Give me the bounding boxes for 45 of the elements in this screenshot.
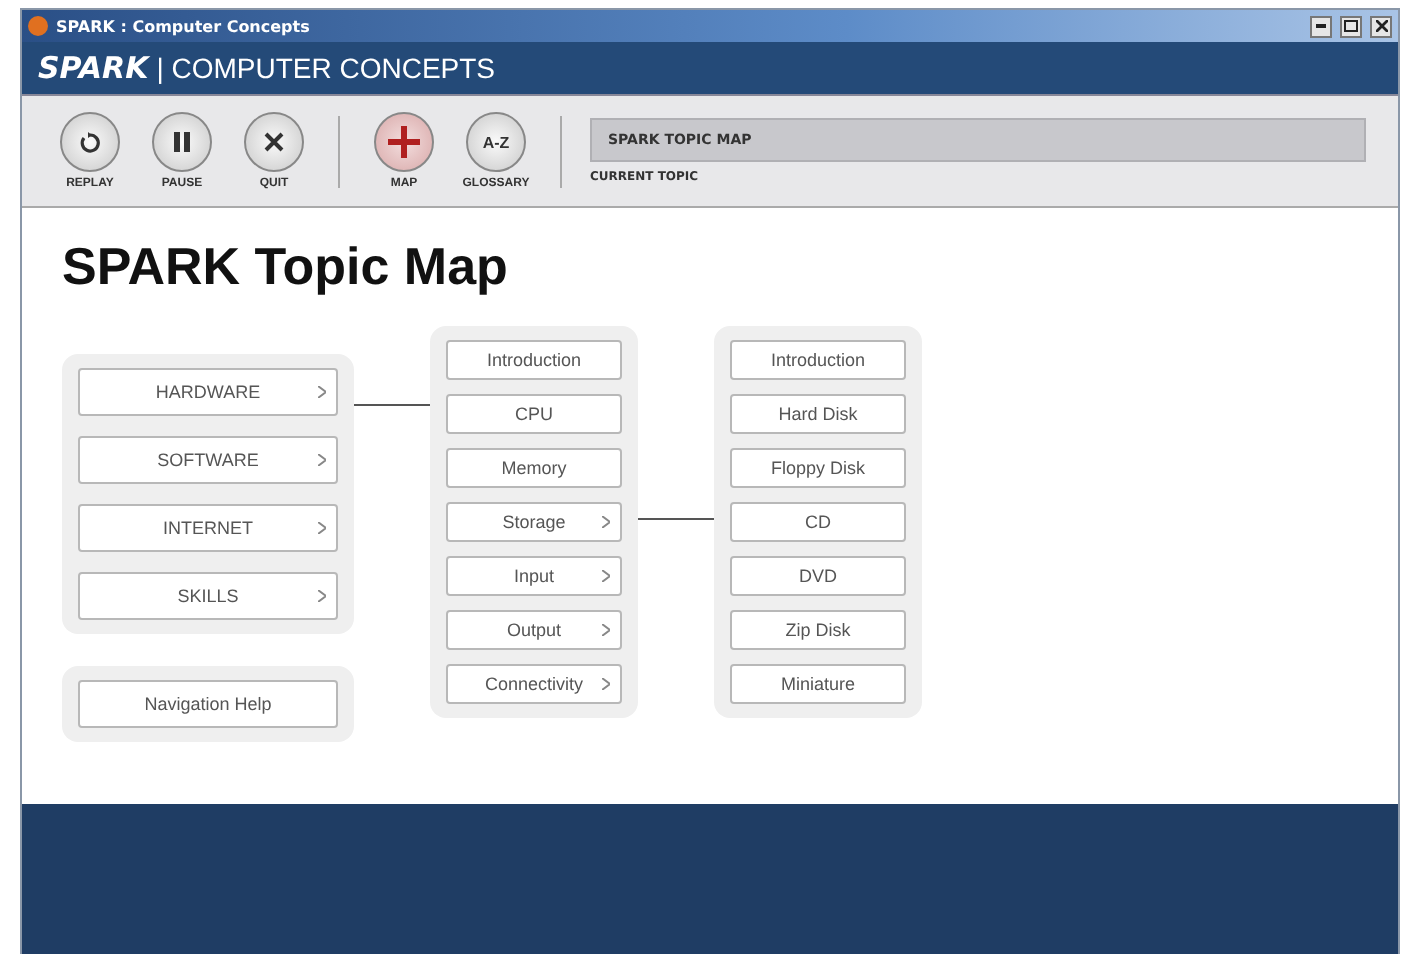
window-title: SPARK : Computer Concepts — [56, 17, 312, 35]
close-button[interactable] — [1370, 15, 1392, 37]
chevron-icon — [318, 386, 326, 398]
plus-icon — [388, 126, 420, 158]
chevron-icon — [318, 590, 326, 602]
menu-item[interactable]: Memory — [446, 448, 622, 488]
menu-item[interactable]: Introduction — [446, 340, 622, 380]
menu-item[interactable]: Navigation Help — [78, 680, 338, 728]
menu-item[interactable]: SKILLS — [78, 572, 338, 620]
close-icon — [1375, 20, 1387, 32]
chevron-icon — [602, 624, 610, 636]
menu-item[interactable]: Zip Disk — [730, 610, 906, 650]
menu-item[interactable]: Input — [446, 556, 622, 596]
minimize-icon — [1316, 24, 1326, 28]
page-title: SPARK Topic Map — [62, 236, 510, 298]
chevron-icon — [602, 678, 610, 690]
chevron-icon — [318, 522, 326, 534]
menu-item[interactable]: CD — [730, 502, 906, 542]
chevron-icon — [318, 454, 326, 466]
close-icon — [264, 132, 284, 152]
minimize-button[interactable] — [1310, 15, 1332, 37]
connector-line — [638, 518, 714, 520]
menu-item[interactable]: INTERNET — [78, 504, 338, 552]
app-icon — [28, 16, 48, 36]
brand-logo: SPARK — [38, 50, 149, 86]
chevron-icon — [602, 570, 610, 582]
menu-item[interactable]: Introduction — [730, 340, 906, 380]
menu-item[interactable]: HARDWARE — [78, 368, 338, 416]
pause-icon — [174, 132, 190, 152]
maximize-icon — [1344, 20, 1358, 32]
menu-item[interactable]: CPU — [446, 394, 622, 434]
connector-line — [354, 404, 430, 406]
menu-item[interactable]: SOFTWARE — [78, 436, 338, 484]
menu-item[interactable]: Miniature — [730, 664, 906, 704]
menu-item[interactable]: Hard Disk — [730, 394, 906, 434]
menu-item[interactable]: Connectivity — [446, 664, 622, 704]
replay-icon — [78, 130, 102, 154]
glossary-glyph: A-Z — [482, 133, 510, 151]
menu-item[interactable]: DVD — [730, 556, 906, 596]
menu-item[interactable]: Output — [446, 610, 622, 650]
menu-item[interactable]: Floppy Disk — [730, 448, 906, 488]
maximize-button[interactable] — [1340, 15, 1362, 37]
menu-item[interactable]: Storage — [446, 502, 622, 542]
app-title: | COMPUTER CONCEPTS — [156, 52, 496, 84]
chevron-icon — [602, 516, 610, 528]
